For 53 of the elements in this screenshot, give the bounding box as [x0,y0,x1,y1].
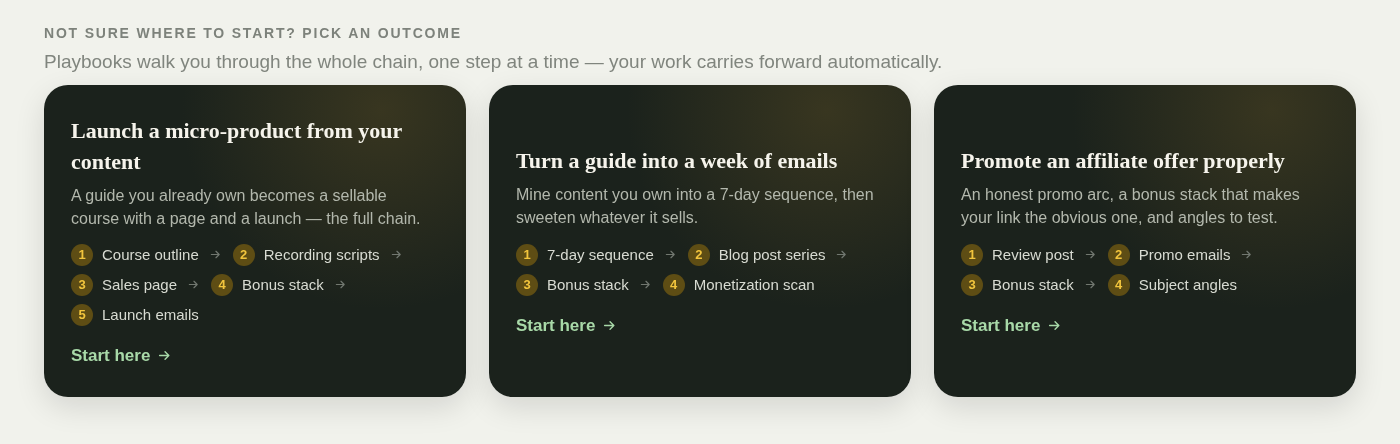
arrow-icon [1084,279,1096,291]
step-label: Bonus stack [992,276,1074,294]
step-label: Review post [992,246,1074,264]
step-number: 2 [1107,243,1130,266]
step-number: 2 [687,243,710,266]
arrow-icon [188,279,200,291]
arrow-icon [603,319,617,333]
step-number: 2 [232,244,255,266]
arrow-icon [664,249,676,261]
step-number: 4 [1107,273,1130,296]
playbook-card[interactable] [44,85,466,397]
step-label: Bonus stack [242,276,324,294]
arrow-icon [1241,249,1253,261]
step-number: 4 [662,273,685,296]
card-description: An honest promo arc, a bonus stack that makes your link the obvious one, and angles to test. [961,185,1301,229]
arrow-icon [1048,319,1062,333]
step-number: 5 [71,304,93,326]
step-label: Course outline [102,246,199,264]
arrow-icon [836,249,848,261]
arrow-icon [209,249,221,261]
arrow-icon [1084,249,1096,261]
step-label: 7-day sequence [547,246,654,264]
step-label: Bonus stack [547,276,629,294]
intro-text: Playbooks walk you through the whole chain, one step at a time — your work carries forward automatically. [44,51,943,73]
step-number: 4 [211,274,234,296]
card-title: Promote an affiliate offer properly [961,147,1286,176]
arrow-icon [334,279,346,291]
start-link[interactable]: Start here [71,346,172,366]
step-number: 3 [71,274,93,296]
step-label: Sales page [102,276,178,294]
playbook-card[interactable]: Turn a guide into a week of emails Mine content you own into a 7-day sequence, then sweeten whatever it sells. 1 7-day sequence 2 Blog post series 3 Bonus stack 4 Monetization scan Start here [489,85,911,397]
card-title: Turn a guide into a week of emails [516,147,839,176]
step-number: 1 [71,244,93,266]
step-number: 3 [516,273,538,296]
arrow-icon [158,349,172,363]
playbook-card[interactable]: Promote an affiliate offer properly An honest promo arc, a bonus stack that makes your link the obvious one, and angles to test. 1 Review post 2 Promo emails 3 Bonus stack 4 Subject angles Start here [934,85,1356,397]
step-number: 1 [516,243,538,266]
step-label: Recording scripts [263,246,380,264]
step-label: Launch emails [102,306,199,324]
card-description: A guide you already own becomes a sellable course with a page and a launch — the full chain. [71,185,422,229]
step-number: 3 [961,273,983,296]
section-heading: NOT SURE WHERE TO START? PICK AN OUTCOME [44,25,462,41]
step-label: Blog post series [718,246,826,264]
card-title: Launch a micro-product from your content [71,117,403,176]
start-link[interactable]: Start here [961,315,1062,336]
step-number: 1 [961,243,983,266]
step-label: Monetization scan [693,276,815,294]
card-description: Mine content you own into a 7-day sequence, then sweeten whatever it sells. [516,185,875,229]
start-link[interactable]: Start here [516,315,617,336]
step-label: Subject angles [1138,276,1238,294]
arrow-icon [390,249,402,261]
arrow-icon [639,279,651,291]
step-label: Promo emails [1138,246,1231,264]
